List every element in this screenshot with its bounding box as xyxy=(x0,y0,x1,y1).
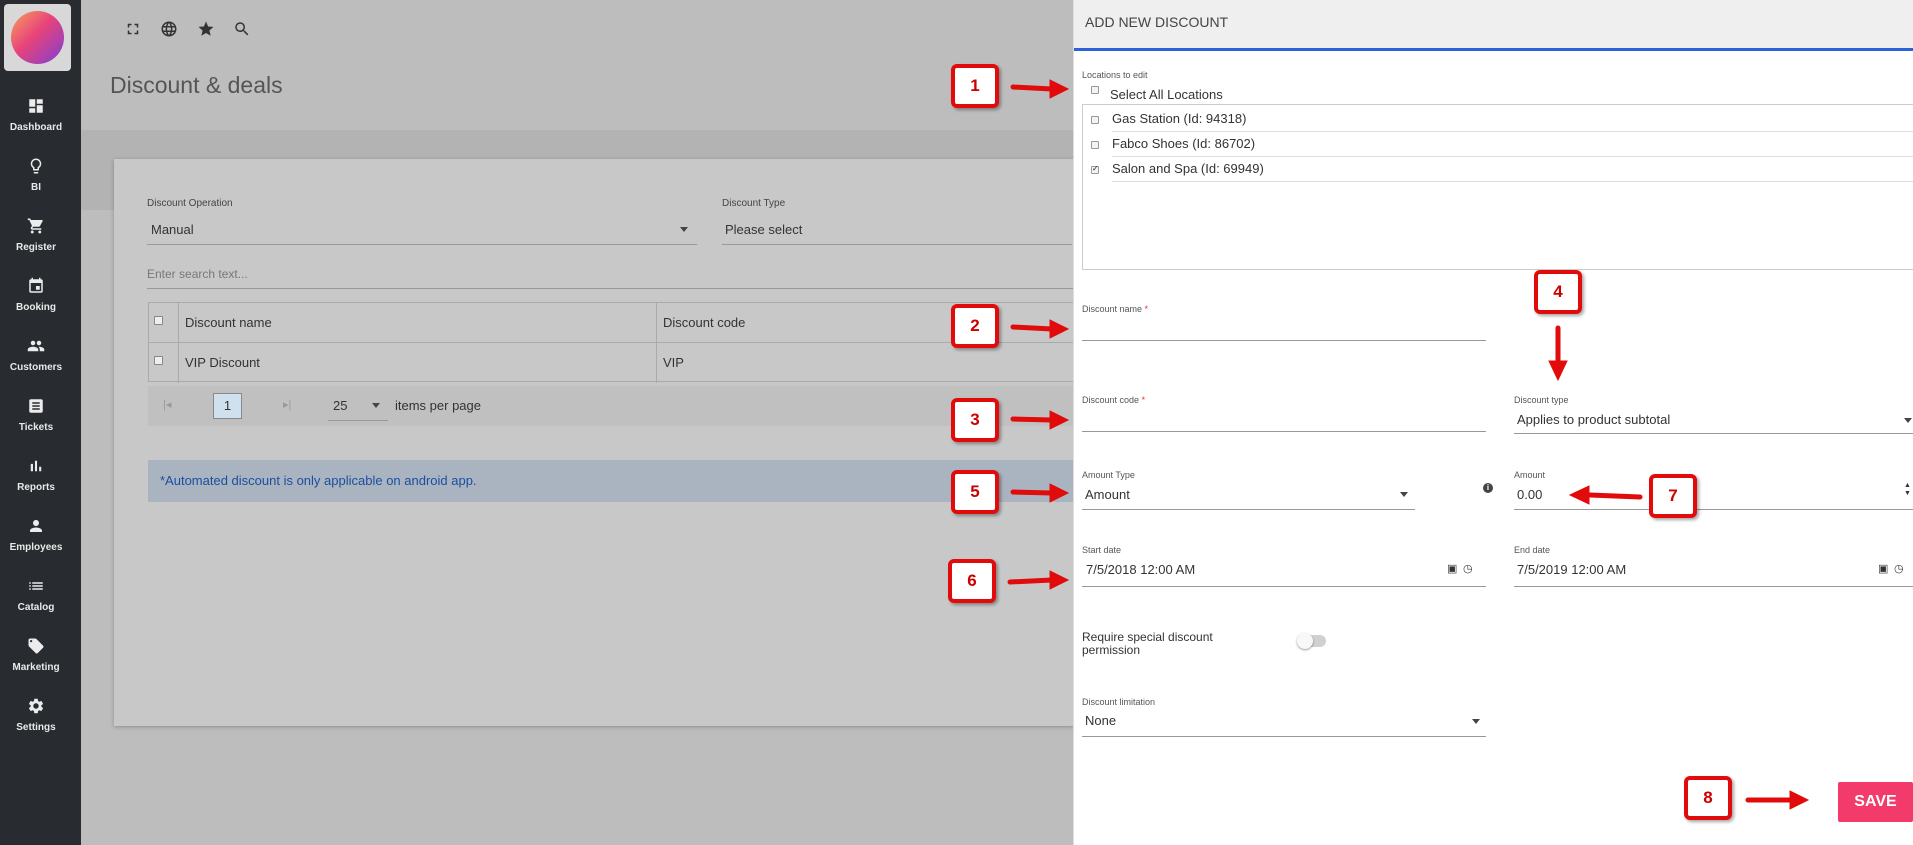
callout-arrows xyxy=(1007,79,1810,810)
arrowhead-6 xyxy=(1049,570,1070,590)
arrowhead-8 xyxy=(1789,790,1810,810)
arrow-7 xyxy=(1587,492,1643,500)
arrow-6 xyxy=(1007,577,1055,585)
arrowhead-5 xyxy=(1049,483,1070,503)
arrow-1 xyxy=(1010,84,1055,92)
arrowhead-1 xyxy=(1049,79,1070,99)
arrowhead-7 xyxy=(1568,485,1590,505)
arrowhead-3 xyxy=(1049,410,1070,430)
arrowhead-2 xyxy=(1049,319,1070,339)
arrowhead-4 xyxy=(1548,360,1568,382)
arrow-5 xyxy=(1010,489,1055,496)
arrow-2 xyxy=(1010,324,1055,332)
arrow-3 xyxy=(1010,416,1055,423)
